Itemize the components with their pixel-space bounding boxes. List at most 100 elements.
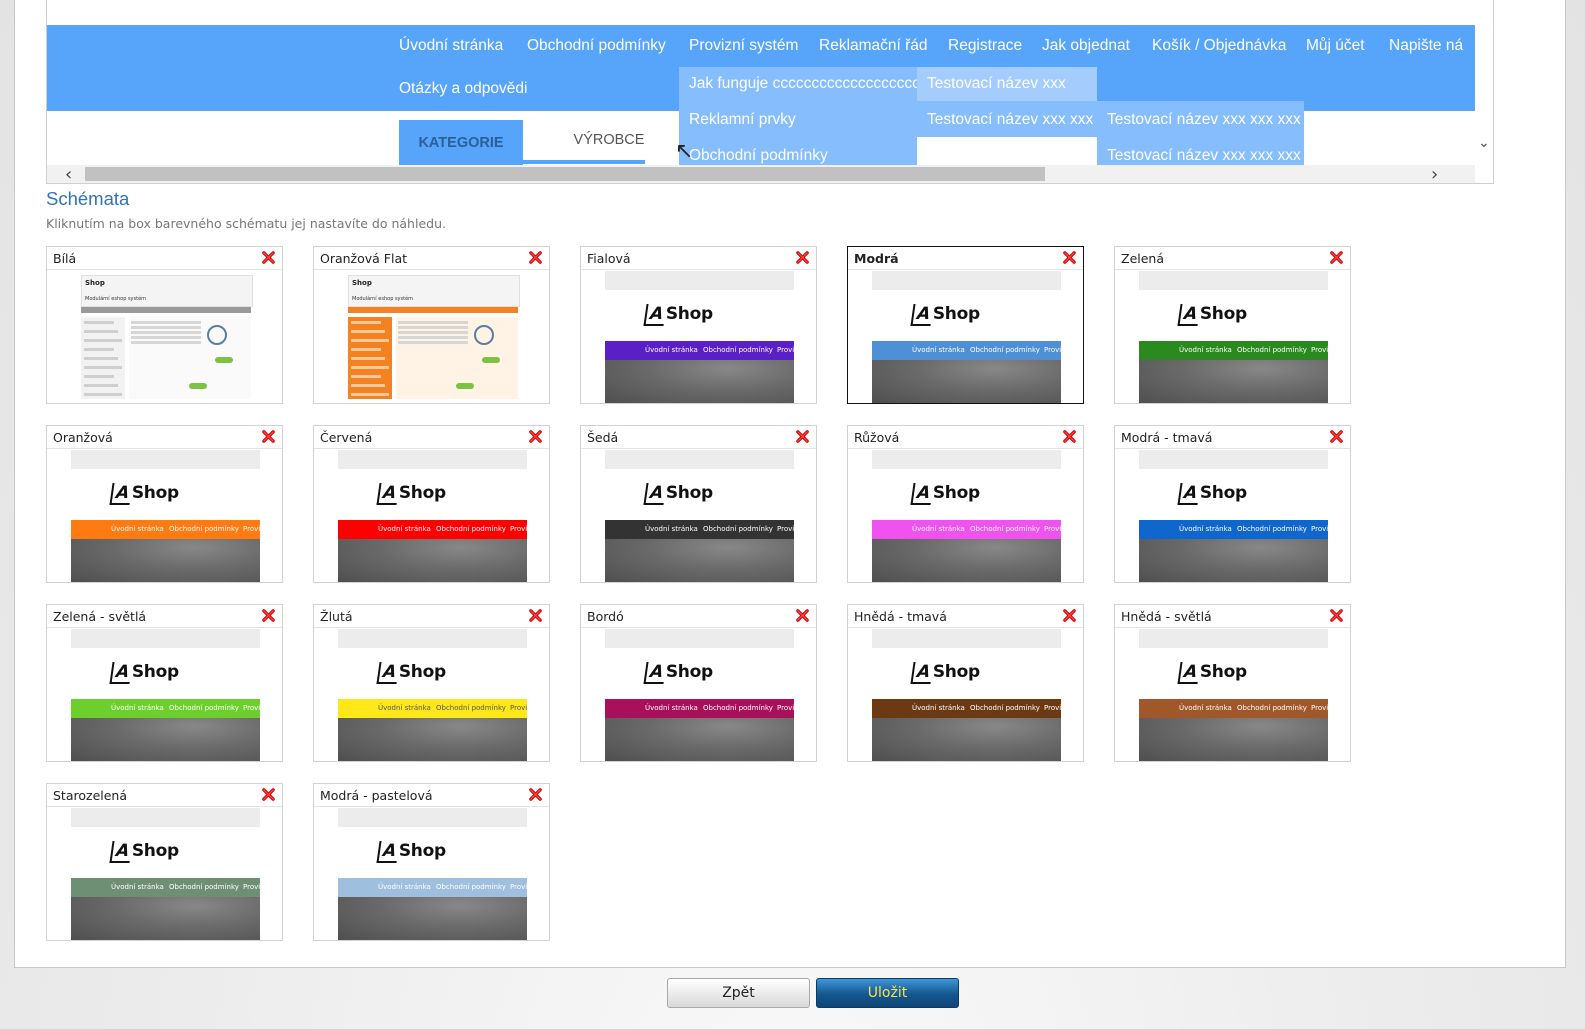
mouse-cursor-icon: ↖ (675, 139, 694, 164)
thumb-nav-item: Úvodní stránka (1179, 704, 1232, 712)
dropdown-item[interactable]: Testovací název xxx xxx xxx (1107, 111, 1301, 129)
scheme-card[interactable]: Oranžová AShop Úvodní stránka Obchodní podm… (46, 425, 283, 583)
scheme-card[interactable]: Hnědá - světlá AShop Úvodní stránka Obchodn… (1114, 604, 1351, 762)
thumb-top-bar (1139, 271, 1328, 290)
preview-nav-item[interactable]: Reklamační řád (819, 37, 928, 55)
scheme-card[interactable]: Bílá Shop Modulární eshop systém (46, 246, 283, 404)
dropdown-item[interactable]: Testovací název xxx xxx xxx (1107, 147, 1301, 165)
thumb-nav-item: Obchodní podmínky (970, 704, 1040, 712)
preview-dropdown-level2-item[interactable]: Testovací název xxx (917, 67, 1097, 101)
dropdown-item[interactable]: Reklamní prvky (689, 111, 796, 129)
scheme-card-header: Šedá (581, 426, 816, 449)
delete-x-icon[interactable] (1329, 429, 1344, 444)
back-button[interactable]: Zpět (667, 978, 810, 1008)
preview-dropdown-level2-item[interactable]: Testovací název xxx xxx (917, 101, 1097, 137)
delete-x-icon[interactable] (528, 250, 543, 265)
scheme-card[interactable]: Zelená AShop Úvodní stránka Obchodní podmín… (1114, 246, 1351, 404)
schemes-description: Kliknutím na box barevného schématu jej … (46, 216, 446, 231)
delete-x-icon[interactable] (528, 429, 543, 444)
preview-nav-item[interactable]: Obchodní podmínky (527, 37, 666, 55)
thumb-logo-text: Shop (85, 279, 105, 287)
delete-x-icon[interactable] (1329, 250, 1344, 265)
scheme-card[interactable]: Růžová AShop Úvodní stránka Obchodní podmín… (847, 425, 1084, 583)
scheme-card[interactable]: Červená AShop Úvodní stránka Obchodní podmí… (313, 425, 550, 583)
thumb-nav-bar: Úvodní stránka Obchodní podmínky Provi (872, 520, 1061, 539)
delete-x-icon[interactable] (1062, 429, 1077, 444)
thumb-logo-text: Shop (932, 662, 980, 682)
thumb-top-bar (1139, 450, 1328, 469)
chevron-left-icon[interactable]: ‹ (65, 164, 72, 183)
preview-nav-item[interactable]: Úvodní stránka (399, 37, 503, 55)
scheme-card[interactable]: Starozelená AShop Úvodní stránka Obchodní p… (46, 783, 283, 941)
dropdown-item[interactable]: Testovací název xxx (927, 75, 1066, 93)
delete-x-icon[interactable] (1062, 608, 1077, 623)
scheme-preview-frame[interactable]: Úvodní stránka Obchodní podmínky Provizn… (46, 0, 1494, 184)
dropdown-item[interactable]: Jak funguje cccccccccccccccccccx (689, 75, 928, 93)
delete-x-icon[interactable] (261, 787, 276, 802)
preview-nav-item[interactable]: Provizní systém (689, 37, 798, 55)
thumb-site-header (348, 275, 520, 307)
scheme-card[interactable]: Modrá AShop Úvodní stránka Obchodní podmínk… (847, 246, 1084, 404)
preview-tab-underline (523, 160, 645, 164)
thumb-logo: AShop (376, 662, 446, 684)
scheme-card[interactable]: Bordó AShop Úvodní stránka Obchodní podmínk… (580, 604, 817, 762)
scheme-card[interactable]: Žlutá AShop Úvodní stránka Obchodní podmínk… (313, 604, 550, 762)
scheme-card[interactable]: Modrá - pastelová AShop Úvodní stránka Obch… (313, 783, 550, 941)
thumb-nav-item: Úvodní stránka (912, 525, 965, 533)
thumb-nav-item: Obchodní podmínky (703, 525, 773, 533)
preview-tab-kategorie[interactable]: KATEGORIE (399, 120, 523, 165)
preview-tab-vyrobce[interactable]: VÝROBCE (549, 120, 669, 160)
thumb-body (338, 897, 527, 940)
thumb-line (131, 341, 201, 344)
delete-x-icon[interactable] (1062, 250, 1077, 265)
delete-x-icon[interactable] (528, 787, 543, 802)
thumb-top-bar (1139, 629, 1328, 648)
preview-vertical-scrollbar[interactable]: ⌄ (1475, 0, 1493, 167)
dropdown-item[interactable]: Testovací název xxx xxx (927, 111, 1093, 129)
delete-x-icon[interactable] (528, 608, 543, 623)
preview-nav-item[interactable]: Registrace (948, 37, 1022, 55)
thumb-nav-bar: Úvodní stránka Obchodní podmínky Provi (71, 699, 260, 718)
scheme-name: Fialová (587, 251, 631, 266)
delete-x-icon[interactable] (795, 250, 810, 265)
thumb-nav-item: Provi (1311, 346, 1328, 354)
delete-x-icon[interactable] (795, 608, 810, 623)
scheme-thumbnail: AShop Úvodní stránka Obchodní podmínky Prov… (71, 450, 260, 582)
scrollbar-thumb[interactable] (85, 167, 1045, 181)
dropdown-item[interactable]: Obchodní podmínky (689, 147, 828, 165)
delete-x-icon[interactable] (261, 250, 276, 265)
thumb-logo: AShop (109, 483, 179, 505)
thumb-body (605, 360, 794, 403)
preview-nav-item[interactable]: Můj účet (1306, 37, 1365, 55)
scheme-card[interactable]: Fialová AShop Úvodní stránka Obchodní podmí… (580, 246, 817, 404)
scheme-name: Bordó (587, 609, 624, 624)
scheme-thumbnail: AShop Úvodní stránka Obchodní podmínky Prov… (872, 629, 1061, 761)
scheme-card[interactable]: Oranžová Flat Shop Modulární eshop systém (313, 246, 550, 404)
scheme-card[interactable]: Zelená - světlá AShop Úvodní stránka Obchod… (46, 604, 283, 762)
delete-x-icon[interactable] (261, 608, 276, 623)
preview-nav-item[interactable]: Napište ná (1389, 37, 1463, 55)
chevron-right-icon[interactable]: › (1431, 164, 1438, 183)
preview-horizontal-scrollbar[interactable]: ‹ › (47, 164, 1475, 183)
scheme-thumbnail: AShop Úvodní stránka Obchodní podmínky Prov… (1139, 450, 1328, 582)
thumb-logo: AShop (1177, 483, 1247, 505)
delete-x-icon[interactable] (1329, 608, 1344, 623)
thumb-nav-item: Obchodní podmínky (436, 883, 506, 891)
scheme-card[interactable]: Šedá AShop Úvodní stránka Obchodní podmínky… (580, 425, 817, 583)
scheme-card-header: Zelená - světlá (47, 605, 282, 628)
thumb-site-tagline: Modulární eshop systém (352, 296, 413, 302)
thumb-nav-item: Obchodní podmínky (1237, 704, 1307, 712)
delete-x-icon[interactable] (795, 429, 810, 444)
save-button[interactable]: Uložit (816, 978, 959, 1008)
preview-nav-item[interactable]: Jak objednat (1042, 37, 1130, 55)
thumb-nav-item: Úvodní stránka (111, 525, 164, 533)
scheme-card[interactable]: Modrá - tmavá AShop Úvodní stránka Obchodní… (1114, 425, 1351, 583)
thumb-body (338, 718, 527, 761)
scheme-card[interactable]: Hnědá - tmavá AShop Úvodní stránka Obchodní… (847, 604, 1084, 762)
chevron-down-icon[interactable]: ⌄ (1478, 135, 1490, 151)
thumb-site-tagline: Modulární eshop systém (85, 296, 146, 302)
delete-x-icon[interactable] (261, 429, 276, 444)
preview-nav-item[interactable]: Otázky a odpovědi (399, 80, 527, 98)
scheme-name: Červená (320, 430, 373, 445)
preview-nav-item[interactable]: Košík / Objednávka (1152, 37, 1286, 55)
